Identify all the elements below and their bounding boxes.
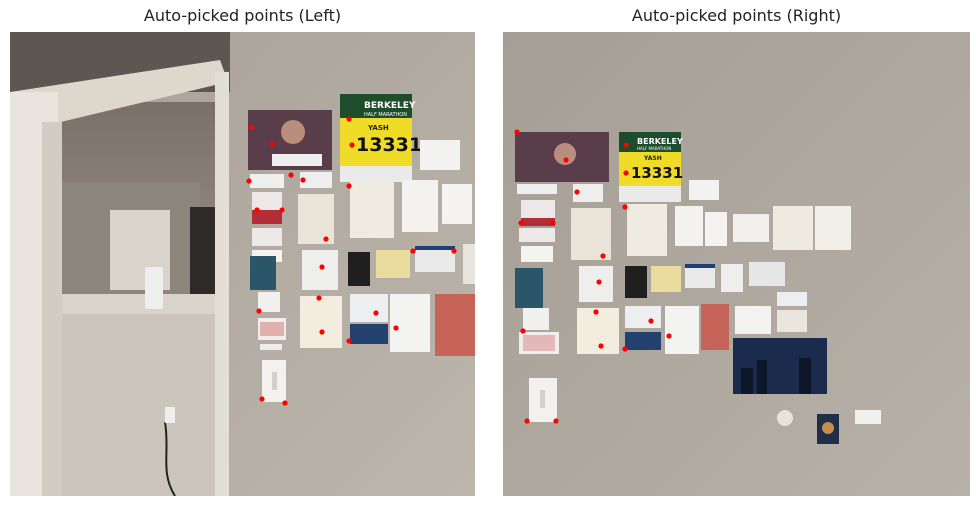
right-point — [600, 253, 606, 259]
left-point — [288, 172, 294, 178]
right-point — [623, 170, 629, 176]
left-point — [246, 178, 252, 184]
left-point — [319, 329, 325, 335]
left-point — [254, 207, 260, 213]
left-point — [269, 141, 275, 147]
right-point — [550, 220, 556, 226]
left-point — [300, 177, 306, 183]
right-point — [553, 418, 559, 424]
left-point — [393, 325, 399, 331]
right-panel-title: Auto-picked points (Right) — [631, 6, 842, 25]
right-point — [666, 333, 672, 339]
left-point — [451, 248, 457, 254]
left-point — [346, 338, 352, 344]
right-point — [598, 343, 604, 349]
left-points-layer — [246, 116, 457, 406]
right-point — [518, 220, 524, 226]
left-point — [346, 116, 352, 122]
left-panel-title: Auto-picked points (Left) — [143, 6, 342, 25]
left-photo: BERKELEY HALF MARATHON YASH 13331 — [10, 32, 475, 496]
left-point — [323, 236, 329, 242]
left-point — [259, 396, 265, 402]
right-point — [622, 204, 628, 210]
right-point — [623, 142, 629, 148]
right-point — [574, 189, 580, 195]
right-point — [514, 129, 520, 135]
left-point — [319, 264, 325, 270]
left-point — [373, 310, 379, 316]
right-point — [622, 346, 628, 352]
left-point — [279, 207, 285, 213]
right-point — [596, 279, 602, 285]
right-point — [648, 318, 654, 324]
right-photo: BERKELEY HALF MARATHON YASH 13331 — [503, 32, 970, 496]
left-point — [316, 295, 322, 301]
left-point — [346, 183, 352, 189]
left-point — [248, 124, 254, 130]
right-point — [563, 157, 569, 163]
right-point — [524, 418, 530, 424]
right-point — [593, 309, 599, 315]
left-point — [282, 400, 288, 406]
right-points-layer — [514, 129, 672, 424]
right-point — [520, 328, 526, 334]
left-point — [349, 142, 355, 148]
left-point — [410, 248, 416, 254]
left-point — [256, 308, 262, 314]
